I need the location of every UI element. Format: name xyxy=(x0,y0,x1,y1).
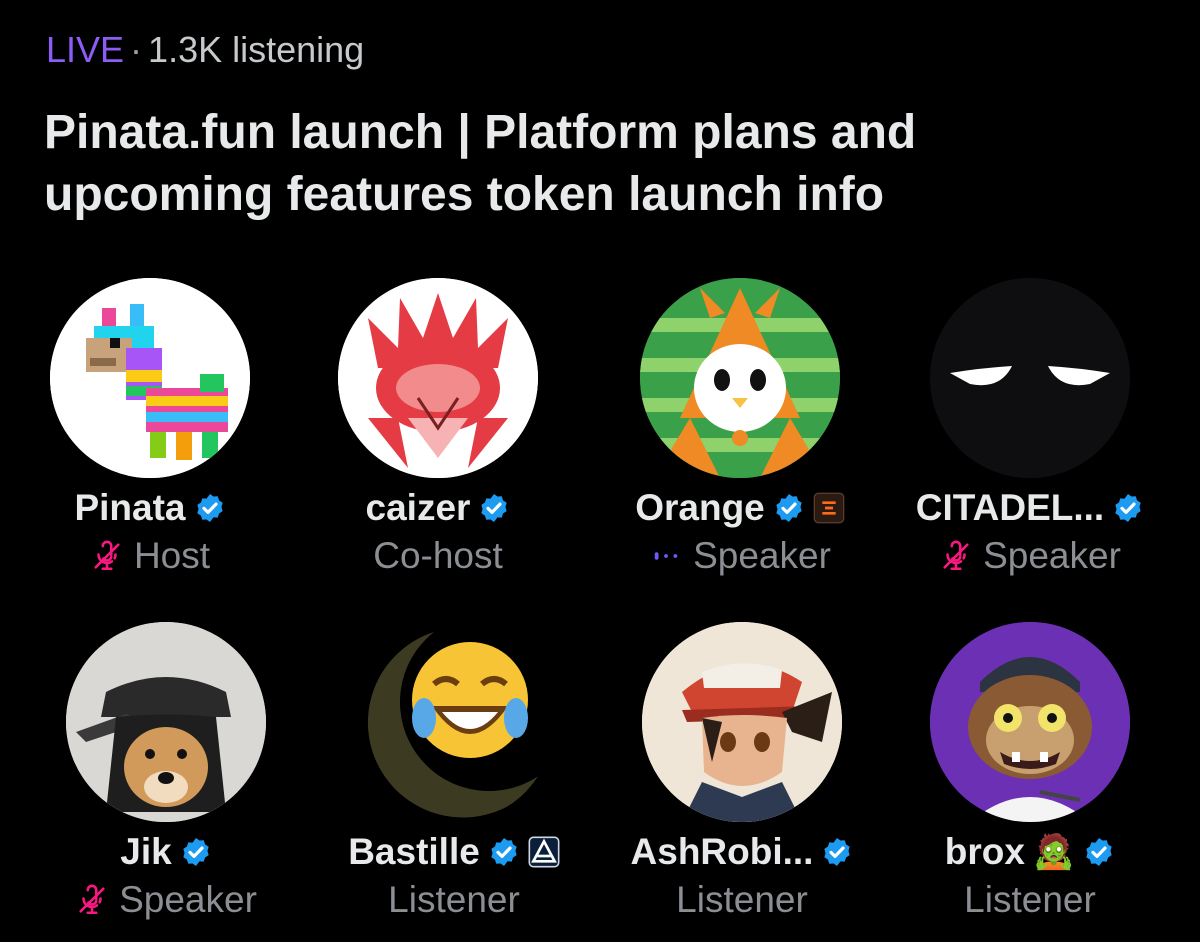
role-row: Listener xyxy=(880,876,1180,924)
avatar-citadel[interactable] xyxy=(930,278,1130,478)
avatar-bastille[interactable] xyxy=(354,622,554,822)
participant-role: Listener xyxy=(676,879,808,920)
participant-citadel[interactable]: CITADEL... Speaker xyxy=(880,278,1170,598)
participant-brox[interactable]: brox 🧟 Listener xyxy=(880,622,1170,942)
role-row: Speaker xyxy=(590,532,890,580)
participant-role: Speaker xyxy=(983,535,1121,576)
participant-grid: Pinata Host caizer Co-host Orange Speake… xyxy=(0,0,1200,928)
avatar-orange[interactable] xyxy=(640,278,840,478)
participant-name: Pinata xyxy=(74,487,186,528)
role-row: Listener xyxy=(592,876,892,924)
name-row: Jik xyxy=(16,828,316,876)
pixel-llama-icon xyxy=(50,278,250,478)
role-row: Listener xyxy=(304,876,604,924)
verified-badge-icon xyxy=(180,836,212,868)
participant-role: Speaker xyxy=(693,535,831,576)
participant-caizer[interactable]: caizer Co-host xyxy=(288,278,578,598)
verified-badge-icon xyxy=(194,492,226,524)
participant-name: CITADEL... xyxy=(915,487,1105,528)
participant-jik[interactable]: Jik Speaker xyxy=(16,622,306,942)
participant-name: Orange xyxy=(635,487,765,528)
dog-in-cap-icon xyxy=(66,622,266,822)
role-row: Speaker xyxy=(880,532,1180,580)
anime-trainer-icon xyxy=(642,622,842,822)
role-row: Speaker xyxy=(16,876,316,924)
name-row: AshRobi... xyxy=(592,828,892,876)
participant-orange[interactable]: Orange Speaker xyxy=(590,278,880,598)
zombie-monkey-icon xyxy=(930,622,1130,822)
triangle-affiliate-badge-icon xyxy=(528,836,560,868)
laughing-emoji-crescent-icon xyxy=(354,622,554,822)
role-row: Co-host xyxy=(288,532,588,580)
participant-name: Bastille xyxy=(348,831,480,872)
participant-name: AshRobi... xyxy=(630,831,814,872)
muted-mic-icon xyxy=(939,539,973,573)
orange-affiliate-badge-icon xyxy=(813,492,845,524)
verified-badge-icon xyxy=(478,492,510,524)
muted-mic-icon xyxy=(75,883,109,917)
avatar-ashrobi[interactable] xyxy=(642,622,842,822)
verified-badge-icon xyxy=(1112,492,1144,524)
participant-role: Co-host xyxy=(373,535,503,576)
participant-name: caizer xyxy=(365,487,471,528)
participant-name: brox xyxy=(944,831,1025,872)
participant-role: Host xyxy=(133,535,211,576)
name-row: Pinata xyxy=(0,484,300,532)
avatar-pinata[interactable] xyxy=(50,278,250,478)
participant-name: Jik xyxy=(120,831,172,872)
name-row: Bastille xyxy=(304,828,604,876)
avatar-jik[interactable] xyxy=(66,622,266,822)
red-phoenix-icon xyxy=(338,278,538,478)
name-row: caizer xyxy=(288,484,588,532)
penguin-costume-icon xyxy=(640,278,840,478)
role-row: Host xyxy=(0,532,300,580)
avatar-caizer[interactable] xyxy=(338,278,538,478)
avatar-brox[interactable] xyxy=(930,622,1130,822)
name-row: CITADEL... xyxy=(880,484,1180,532)
glowing-eyes-icon xyxy=(930,278,1130,478)
participant-role: Listener xyxy=(964,879,1096,920)
participant-role: Listener xyxy=(388,879,520,920)
participant-pinata[interactable]: Pinata Host xyxy=(0,278,290,598)
participant-ashrobi[interactable]: AshRobi... Listener xyxy=(592,622,882,942)
verified-badge-icon xyxy=(1083,836,1115,868)
verified-badge-icon xyxy=(821,836,853,868)
speaking-dots-icon xyxy=(649,539,683,573)
zombie-emoji-icon: 🧟 xyxy=(1032,833,1076,871)
muted-mic-icon xyxy=(90,539,124,573)
participant-bastille[interactable]: Bastille Listener xyxy=(304,622,594,942)
participant-role: Speaker xyxy=(119,879,257,920)
name-row: brox 🧟 xyxy=(880,828,1180,876)
verified-badge-icon xyxy=(773,492,805,524)
name-row: Orange xyxy=(590,484,890,532)
verified-badge-icon xyxy=(488,836,520,868)
